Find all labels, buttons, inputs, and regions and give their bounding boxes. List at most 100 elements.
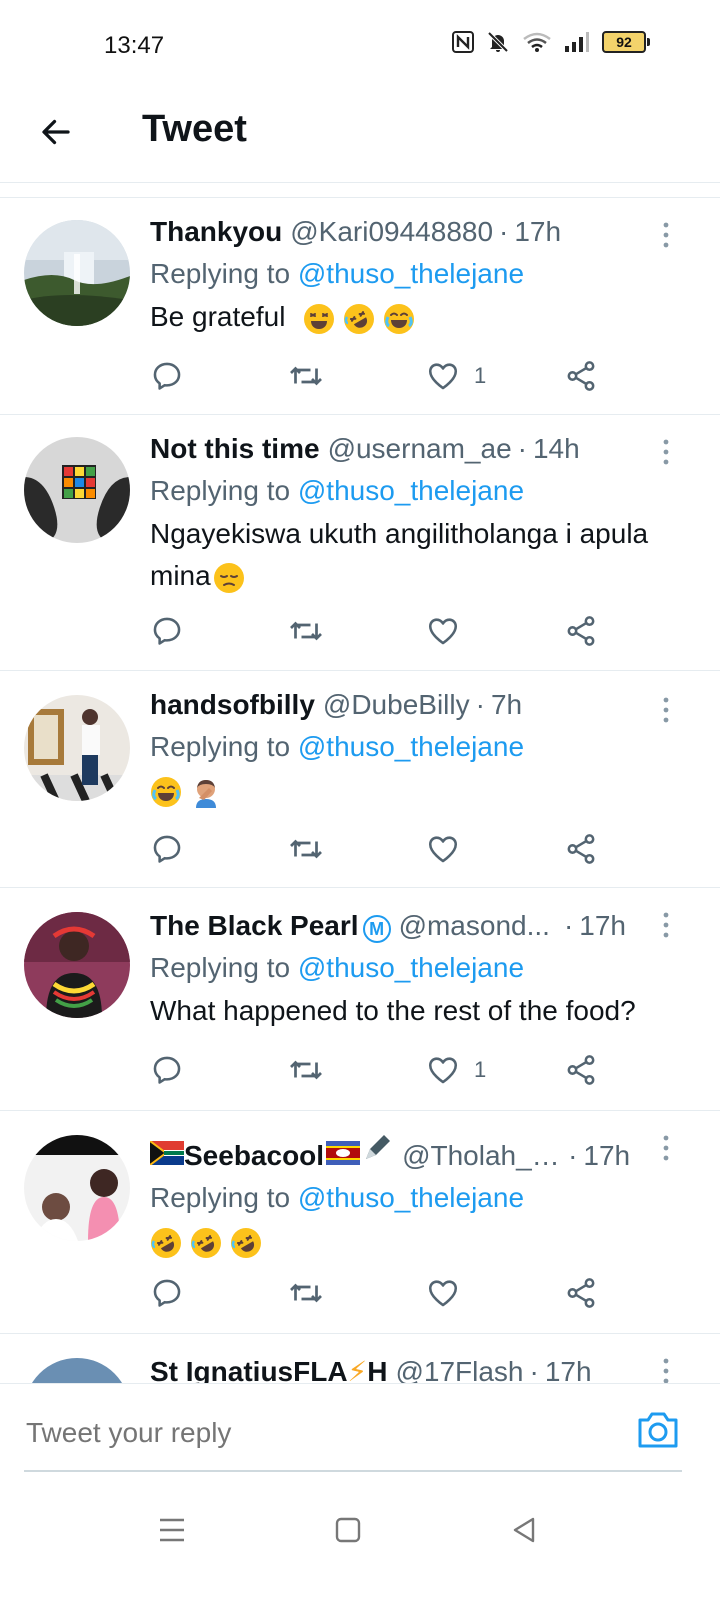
tweet-time: 17h — [583, 1140, 631, 1171]
display-name[interactable]: St IgnatiusFLA⚡H — [150, 1354, 387, 1383]
user-handle[interactable]: @Tholah_s... — [402, 1138, 562, 1174]
share-button[interactable] — [564, 1050, 598, 1090]
back-button[interactable] — [34, 110, 78, 154]
tweet-item[interactable]: Thankyou @Kari09448880 · 17h Replying to… — [0, 198, 720, 415]
like-count: 1 — [474, 363, 487, 388]
camera-button[interactable] — [636, 1410, 680, 1450]
tweet-actions — [150, 829, 620, 869]
heart-icon — [426, 359, 460, 393]
tweet-text — [150, 769, 664, 811]
south-africa-flag-icon — [150, 1141, 184, 1165]
replying-to-label: Replying to — [150, 731, 298, 762]
retweet-icon — [288, 831, 324, 867]
avatar[interactable] — [24, 437, 130, 543]
tweet-text — [150, 1220, 664, 1262]
avatar[interactable] — [24, 1358, 130, 1383]
reply-icon — [150, 359, 184, 393]
nav-back-button[interactable] — [504, 1510, 544, 1550]
display-name[interactable]: Seebacool — [184, 1138, 324, 1174]
replies-feed[interactable]: Thankyou @Kari09448880 · 17h Replying to… — [0, 197, 720, 1383]
tweet-item[interactable]: Seebacool @Tholah_s... · 17h Replying to… — [0, 1111, 720, 1334]
more-vertical-icon[interactable] — [660, 1133, 672, 1163]
avatar[interactable] — [24, 912, 130, 1018]
tweet-item[interactable]: Not this time @usernam_ae · 14h Replying… — [0, 415, 720, 671]
replying-to-mention[interactable]: @thuso_thelejane — [298, 731, 524, 762]
more-vertical-icon[interactable] — [660, 695, 672, 725]
status-icons: 92 — [452, 30, 650, 54]
replying-to-mention[interactable]: @thuso_thelejane — [298, 1182, 524, 1213]
replying-to-label: Replying to — [150, 952, 298, 983]
tweet-item[interactable]: St IgnatiusFLA⚡H @17Flash · 17h — [0, 1334, 720, 1383]
user-handle[interactable]: @usernam_ae — [328, 431, 512, 467]
display-name[interactable]: Not this time — [150, 431, 320, 467]
share-button[interactable] — [564, 1273, 598, 1313]
share-button[interactable] — [564, 356, 598, 396]
signal-icon — [565, 32, 589, 52]
like-button[interactable] — [426, 829, 474, 869]
like-button[interactable] — [426, 611, 474, 651]
replying-to: Replying to @thuso_thelejane — [150, 729, 664, 765]
retweet-button[interactable] — [288, 829, 324, 869]
avatar[interactable] — [24, 1135, 130, 1241]
tweet-time: 17h — [544, 1356, 592, 1383]
like-button[interactable]: 1 — [426, 356, 486, 396]
reply-icon — [150, 832, 184, 866]
eswatini-flag-icon — [326, 1141, 361, 1165]
more-vertical-icon[interactable] — [660, 910, 672, 940]
retweet-button[interactable] — [288, 356, 324, 396]
grinning-squinting-emoji — [303, 303, 335, 335]
share-button[interactable] — [564, 611, 598, 651]
reply-button[interactable] — [150, 829, 184, 869]
user-handle[interactable]: @DubeBilly — [323, 687, 470, 723]
retweet-button[interactable] — [288, 1050, 324, 1090]
replying-to-mention[interactable]: @thuso_thelejane — [298, 258, 524, 289]
user-handle[interactable]: @masond... — [399, 908, 550, 944]
disappointed-emoji — [213, 562, 245, 594]
like-count: 1 — [474, 1057, 487, 1082]
share-icon — [564, 1276, 598, 1310]
retweet-button[interactable] — [288, 1273, 324, 1313]
replying-to-mention[interactable]: @thuso_thelejane — [298, 952, 524, 983]
heart-icon — [426, 614, 460, 648]
more-vertical-icon[interactable] — [660, 1356, 672, 1383]
tweet-time: 17h — [514, 216, 562, 247]
replying-to: Replying to @thuso_thelejane — [150, 1180, 664, 1216]
user-handle[interactable]: @Kari09448880 — [290, 214, 493, 250]
share-button[interactable] — [564, 829, 598, 869]
replying-to-mention[interactable]: @thuso_thelejane — [298, 475, 524, 506]
reply-input[interactable] — [24, 1402, 628, 1464]
reply-button[interactable] — [150, 611, 184, 651]
replying-to: Replying to @thuso_thelejane — [150, 473, 664, 509]
reply-button[interactable] — [150, 1050, 184, 1090]
retweet-icon — [288, 1052, 324, 1088]
display-name[interactable]: handsofbilly — [150, 687, 315, 723]
display-name[interactable]: Thankyou — [150, 214, 282, 250]
reply-button[interactable] — [150, 356, 184, 396]
more-vertical-icon[interactable] — [660, 437, 672, 467]
tweet-text: What happened to the rest of the food? — [150, 995, 636, 1026]
menu-button[interactable] — [152, 1510, 192, 1550]
retweet-button[interactable] — [288, 611, 324, 651]
tweet-item[interactable]: handsofbilly @DubeBilly · 7h Replying to… — [0, 671, 720, 888]
tweet-text: Be grateful — [150, 296, 664, 338]
rofl-emoji — [230, 1227, 262, 1259]
like-button[interactable]: 1 — [426, 1050, 486, 1090]
tweet-text-content: Be grateful — [150, 301, 286, 332]
app-header: Tweet — [0, 90, 720, 183]
tweet-actions — [150, 611, 620, 651]
tweet-item[interactable]: The Black Pearl M @masond... · 17h Reply… — [0, 888, 720, 1111]
avatar[interactable] — [24, 220, 130, 326]
like-button[interactable] — [426, 1273, 474, 1313]
tweet-actions: 1 — [150, 356, 620, 396]
replying-to: Replying to @thuso_thelejane — [150, 256, 664, 292]
user-handle[interactable]: @17Flash — [395, 1354, 523, 1383]
more-vertical-icon[interactable] — [660, 220, 672, 250]
replying-to: Replying to @thuso_thelejane — [150, 950, 664, 986]
system-nav-bar — [0, 1476, 720, 1600]
tweet-actions — [150, 1273, 620, 1313]
tweet-time: 14h — [532, 433, 580, 464]
avatar[interactable] — [24, 695, 130, 801]
reply-button[interactable] — [150, 1273, 184, 1313]
home-button[interactable] — [328, 1510, 368, 1550]
display-name[interactable]: The Black Pearl — [150, 908, 359, 944]
